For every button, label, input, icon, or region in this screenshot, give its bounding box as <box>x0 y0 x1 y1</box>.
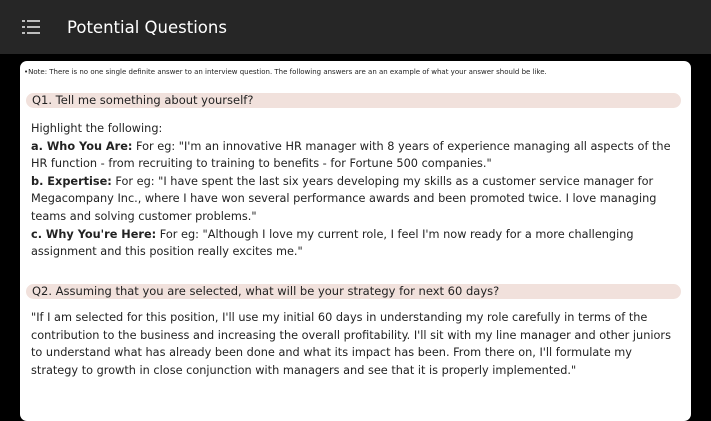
point-label: c. Why You're Here: <box>31 227 157 241</box>
answer-point-who: a. Who You Are: For eg: "I'm an innovati… <box>31 138 679 173</box>
question-2-answer: "If I am selected for this position, I'l… <box>31 309 679 379</box>
disclaimer-note: •Note: There is no one single definite a… <box>24 68 547 76</box>
question-2-header: Q2. Assuming that you are selected, what… <box>26 284 681 299</box>
point-text: For eg: "I have spent the last six years… <box>31 174 657 223</box>
content-card[interactable]: •Note: There is no one single definite a… <box>20 61 691 421</box>
answer-text: "If I am selected for this position, I'l… <box>31 311 671 377</box>
list-menu-icon[interactable] <box>22 19 46 35</box>
point-label: a. Who You Are: <box>31 139 133 153</box>
question-1-header: Q1. Tell me something about yourself? <box>26 93 681 108</box>
answer-point-why: c. Why You're Here: For eg: "Although I … <box>31 226 679 261</box>
point-label: b. Expertise: <box>31 174 112 188</box>
page-title: Potential Questions <box>67 17 227 37</box>
app-bar: Potential Questions <box>0 0 711 54</box>
answer-point-expertise: b. Expertise: For eg: "I have spent the … <box>31 173 679 226</box>
question-1-answer: Highlight the following: a. Who You Are:… <box>31 120 679 261</box>
answer-intro: Highlight the following: <box>31 122 163 135</box>
